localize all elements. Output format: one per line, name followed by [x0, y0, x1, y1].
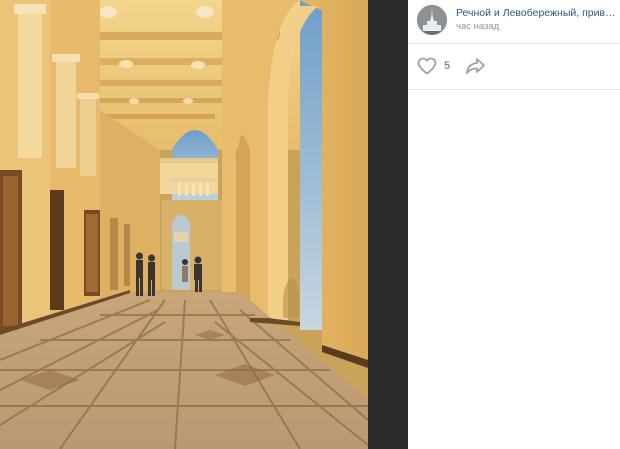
like-count: 5: [444, 60, 451, 72]
post-author-name[interactable]: Речной и Левобережный, привива...: [456, 7, 618, 19]
viewer-divider: [368, 0, 408, 449]
like-button[interactable]: 5: [417, 56, 450, 76]
share-arrow-icon: [466, 58, 485, 74]
photo-viewer: Речной и Левобережный, привива... час на…: [0, 0, 620, 449]
post-info-panel: Речной и Левобережный, привива... час на…: [408, 0, 620, 449]
post-photo[interactable]: [0, 0, 368, 449]
post-time[interactable]: час назад: [456, 21, 499, 32]
post-header: Речной и Левобережный, привива... час на…: [408, 0, 620, 44]
heart-outline-icon: [417, 57, 437, 75]
post-actions: 5: [408, 44, 620, 90]
share-button[interactable]: [465, 56, 487, 76]
cathedral-avatar-icon[interactable]: [417, 5, 447, 35]
